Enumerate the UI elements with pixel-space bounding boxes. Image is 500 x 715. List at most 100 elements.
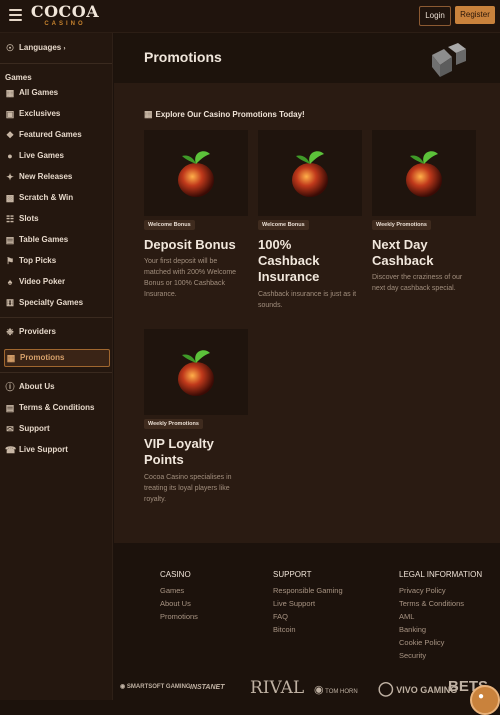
sidebar-item-scratch-win[interactable]: ▩ Scratch & Win: [4, 190, 108, 206]
cocoa-bean-icon: [406, 151, 442, 197]
games-heading: Games: [5, 73, 32, 82]
sidebar-item-exclusives[interactable]: ▣ Exclusives: [4, 106, 108, 122]
cocoa-bean-icon: [292, 151, 328, 197]
provider-logo[interactable]: ◉ TOM HORN: [314, 683, 358, 696]
provider-logo[interactable]: INSTANET: [190, 684, 224, 691]
footer-link[interactable]: FAQ: [273, 612, 288, 621]
logo-text: COCOA: [30, 2, 100, 21]
provider-logo[interactable]: ◉ SMARTSOFT GAMING: [120, 683, 191, 690]
poker-icon: ♠: [7, 277, 13, 287]
footer-link[interactable]: Privacy Policy: [399, 586, 446, 595]
sidebar-item-video-poker[interactable]: ♠ Video Poker: [4, 274, 108, 290]
promo-title: Deposit Bonus: [144, 237, 236, 252]
sidebar-item-slots[interactable]: ☷ Slots: [4, 211, 108, 227]
provider-logo[interactable]: RIVAL: [250, 678, 304, 698]
sidebar-item-terms[interactable]: ▤ Terms & Conditions: [4, 400, 108, 416]
promo-description: Discover the craziness of our next day c…: [372, 274, 463, 292]
vivo-icon: ◯: [378, 680, 394, 696]
provider-logos: ◉ SMARTSOFT GAMING INSTANET RIVAL ◉ TOM …: [112, 672, 500, 700]
slots-icon: ☷: [5, 214, 15, 224]
document-icon: ▤: [5, 403, 15, 413]
promo-description: Cocoa Casino specialises in treating its…: [144, 474, 232, 503]
sidebar-item-support[interactable]: ✉ Support: [4, 421, 108, 437]
puzzle-icon: ❖: [5, 130, 15, 140]
login-button[interactable]: Login: [419, 6, 451, 26]
scratch-icon: ▩: [5, 193, 15, 203]
sidebar-item-table-games[interactable]: ▤ Table Games: [4, 232, 108, 248]
pin-icon: ⚑: [5, 256, 15, 266]
promo-description: Cashback insurance is just as it sounds.: [258, 291, 357, 309]
sidebar-item-new-releases[interactable]: ✦ New Releases: [4, 169, 108, 185]
promo-badge: Weekly Promotions: [372, 220, 431, 230]
promo-image: [372, 130, 476, 216]
promo-card[interactable]: Welcome Bonus Deposit Bonus Your first d…: [144, 130, 250, 330]
promo-badge: Weekly Promotions: [144, 419, 203, 429]
promotions-panel: Promotions ▦ Explore Our Casino Promotion…: [114, 33, 500, 543]
sidebar-item-featured-games[interactable]: ❖ Featured Games: [4, 127, 108, 143]
sidebar-item-live-games[interactable]: ● Live Games: [4, 148, 108, 164]
tom-horn-icon: ◉: [314, 684, 324, 696]
sidebar: ☉ Languages › Games ▦ All Games ▣ Exclusiv…: [0, 33, 113, 700]
footer-heading-support: SUPPORT: [273, 570, 312, 579]
logo[interactable]: COCOA CASINO: [30, 4, 100, 28]
decorative-cubes-icon: [432, 43, 466, 77]
footer-link[interactable]: Live Support: [273, 599, 315, 608]
footer-link[interactable]: Banking: [399, 625, 426, 634]
grid-icon: ▦: [5, 88, 15, 98]
dice-icon: ⚅: [6, 298, 14, 308]
footer-link[interactable]: Terms & Conditions: [399, 599, 464, 608]
provider-logo[interactable]: ◯ VIVO GAMING: [378, 680, 457, 697]
footer-heading-casino: CASINO: [160, 570, 191, 579]
info-icon: ⓘ: [5, 382, 15, 392]
sidebar-item-about-us[interactable]: ⓘ About Us: [4, 379, 108, 395]
gift-icon: ▦: [6, 353, 16, 363]
sidebar-item-promotions[interactable]: ▦ Promotions: [4, 349, 110, 367]
footer-link[interactable]: AML: [399, 612, 414, 621]
promotions-header: Promotions: [114, 33, 500, 83]
chat-icon: ✉: [6, 424, 14, 434]
headset-icon: ☎: [5, 445, 17, 455]
footer-link[interactable]: Security: [399, 651, 426, 660]
providers-icon: ❉: [6, 327, 14, 337]
promo-badge: Welcome Bonus: [258, 220, 309, 230]
chat-widget-button[interactable]: ●: [470, 685, 500, 715]
promo-image: [258, 130, 362, 216]
chat-bubble-icon: ●: [478, 691, 485, 702]
footer-link[interactable]: Cookie Policy: [399, 638, 444, 647]
promo-card[interactable]: Weekly Promotions VIP Loyalty Points Coc…: [144, 329, 250, 529]
camera-icon: ●: [7, 151, 13, 161]
footer-link[interactable]: Responsible Gaming: [273, 586, 343, 595]
cube-icon: ▣: [5, 109, 15, 119]
footer-link[interactable]: About Us: [160, 599, 191, 608]
sidebar-item-top-picks[interactable]: ⚑ Top Picks: [4, 253, 108, 269]
sidebar-item-providers[interactable]: ❉ Providers: [4, 324, 108, 340]
footer-heading-legal: LEGAL INFORMATION: [399, 570, 483, 579]
footer-link[interactable]: Promotions: [160, 612, 198, 621]
divider: [0, 317, 112, 318]
languages-selector[interactable]: ☉ Languages ›: [4, 40, 108, 56]
sidebar-item-all-games[interactable]: ▦ All Games: [4, 85, 108, 101]
menu-icon[interactable]: [9, 9, 22, 24]
promo-card[interactable]: Welcome Bonus 100% Cashback Insurance Ca…: [258, 130, 364, 330]
divider: [0, 372, 112, 373]
logo-subtext: CASINO: [44, 21, 86, 27]
cocoa-bean-icon: [178, 350, 214, 396]
register-button[interactable]: Register: [455, 6, 495, 24]
footer-link[interactable]: Bitcoin: [273, 625, 296, 634]
sidebar-item-specialty-games[interactable]: ⚅ Specialty Games: [4, 295, 108, 311]
promo-card[interactable]: Weekly Promotions Next Day Cashback Disc…: [372, 130, 478, 330]
gift-icon: ▦: [144, 109, 153, 119]
table-icon: ▤: [5, 235, 15, 245]
divider: [0, 63, 112, 64]
sidebar-item-live-support[interactable]: ☎ Live Support: [4, 442, 108, 458]
cocoa-bean-icon: [178, 151, 214, 197]
footer-link[interactable]: Games: [160, 586, 184, 595]
promo-image: [144, 329, 248, 415]
promo-badge: Welcome Bonus: [144, 220, 195, 230]
promo-title: 100% Cashback Insurance: [258, 237, 320, 284]
promo-title: Next Day Cashback: [372, 237, 434, 268]
promo-description: Your first deposit will be matched with …: [144, 258, 237, 298]
top-bar: COCOA CASINO Login Register: [0, 0, 500, 33]
promo-image: [144, 130, 248, 216]
promo-title: VIP Loyalty Points: [144, 436, 214, 467]
